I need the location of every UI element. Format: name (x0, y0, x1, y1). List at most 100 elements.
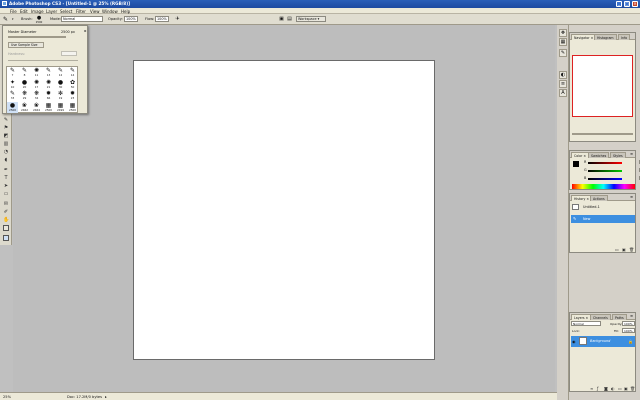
zoom-level[interactable]: 25% (3, 395, 11, 399)
brush-preset[interactable]: ▦ 2500 (43, 102, 54, 113)
hardness-field[interactable] (61, 51, 77, 56)
eyedropper-tool-icon[interactable]: ✐ (3, 209, 9, 215)
color-ramp[interactable] (572, 184, 635, 189)
opacity-field[interactable]: 100% (124, 16, 138, 22)
brush-preset[interactable]: ✎ 12 (55, 67, 66, 78)
adjustment-layer-icon[interactable]: ◐ (611, 387, 615, 391)
layer-visibility-eye-icon[interactable]: ◉ (572, 336, 576, 347)
history-panel-menu-icon[interactable]: ≡ (629, 195, 634, 200)
brushes-palette-icon[interactable]: ▣ (278, 16, 285, 23)
tab-navigator[interactable]: Navigator × (571, 34, 597, 40)
brush-preset[interactable]: ✎ 8 (19, 67, 30, 78)
document-canvas[interactable] (133, 60, 435, 360)
type-tool-icon[interactable]: T (3, 175, 9, 181)
delete-layer-icon[interactable]: 🗑 (630, 387, 635, 391)
red-slider[interactable] (588, 162, 622, 164)
tab-channels[interactable]: Channels (590, 314, 611, 320)
airbrush-icon[interactable]: ✈ (174, 16, 181, 23)
brush-preset[interactable]: ✿ 50 (67, 79, 78, 90)
maximize-button[interactable]: □ (624, 1, 630, 7)
pen-tool-icon[interactable]: ✒ (3, 167, 9, 173)
layer-style-icon[interactable]: ƒ (597, 387, 598, 391)
strip-tool-icon-6[interactable]: A (559, 89, 567, 97)
blur-tool-icon[interactable]: ◔ (3, 149, 9, 155)
tab-swatches[interactable]: Swatches (588, 152, 610, 158)
brush-preset[interactable]: ❋ 34 (31, 90, 42, 101)
brush-preset[interactable]: ❋ 29 (19, 90, 30, 101)
blue-slider[interactable] (588, 178, 622, 180)
color-panel-menu-icon[interactable]: ≡ (629, 152, 634, 157)
brush-preset[interactable]: ❀ 2462 (19, 102, 30, 113)
path-selection-tool-icon[interactable]: ➤ (3, 183, 9, 189)
new-layer-icon[interactable]: ▣ (624, 387, 628, 391)
color-foreground-swatch[interactable] (573, 161, 579, 167)
brush-preset[interactable]: ✹ 66 (43, 90, 54, 101)
eraser-tool-icon[interactable]: ◩ (3, 133, 9, 139)
brush-preset[interactable]: ✎ 13 (43, 67, 54, 78)
flow-field[interactable]: 100% (155, 16, 169, 22)
brush-preset[interactable]: ▦ 2499 (55, 102, 66, 113)
quick-mask-icon[interactable] (3, 225, 9, 231)
history-state-row[interactable]: ✎ New (571, 215, 635, 223)
brush-preset[interactable]: ● 2500 (7, 101, 18, 113)
master-diameter-value[interactable]: 2500 px (61, 30, 75, 34)
brush-preset[interactable]: ✹ 23 (67, 90, 78, 101)
navigator-zoom-slider[interactable] (572, 133, 633, 135)
brush-preset[interactable]: ✎ 33 (7, 90, 18, 101)
brush-preset[interactable]: ● 20 (19, 79, 30, 90)
status-menu-arrow-icon[interactable]: ▸ (105, 395, 107, 399)
strip-tool-icon-5[interactable]: ≡ (559, 80, 567, 88)
green-slider[interactable] (588, 170, 622, 172)
use-sample-size-button[interactable]: Use Sample Size (8, 42, 44, 48)
dodge-tool-icon[interactable]: ◖ (3, 157, 9, 163)
brush-preset[interactable]: ✻ 19 (55, 90, 66, 101)
history-snapshot-row[interactable]: Untitled-1 (571, 203, 635, 211)
notes-tool-icon[interactable]: ✉ (3, 201, 9, 207)
tab-styles[interactable]: Styles (610, 152, 626, 158)
layer-fill-field[interactable]: 100% (622, 328, 635, 333)
tab-layers[interactable]: Layers × (571, 314, 592, 320)
strip-tool-icon-4[interactable]: ◐ (559, 71, 567, 79)
shape-tool-icon[interactable]: ▭ (3, 191, 9, 197)
layer-opacity-field[interactable]: 100% (622, 321, 635, 326)
minimize-button[interactable]: _ (616, 1, 622, 7)
brush-preset[interactable]: ✦ 10 (7, 79, 18, 90)
brush-tool-icon[interactable]: ✎ (3, 16, 11, 23)
blend-mode-select[interactable]: Normal (571, 321, 601, 326)
screen-mode-icon[interactable] (3, 235, 9, 241)
new-snapshot-icon[interactable]: ▣ (622, 248, 626, 252)
tab-color[interactable]: Color × (571, 152, 590, 158)
new-document-from-state-icon[interactable]: ▭ (615, 248, 619, 252)
mode-select[interactable]: Normal (61, 16, 103, 22)
strip-tool-icon-1[interactable]: ❖ (559, 29, 567, 37)
layer-row-background[interactable]: ◉ Background 🔒 (571, 336, 635, 347)
brush-preset[interactable]: ● 30 (55, 79, 66, 90)
master-diameter-slider[interactable] (8, 36, 66, 38)
tab-history[interactable]: History × (571, 195, 593, 201)
brush-tool-icon[interactable]: ✎ (3, 117, 9, 123)
brush-preset[interactable]: ✺ 17 (31, 79, 42, 90)
brush-preset[interactable]: ✎ 14 (67, 67, 78, 78)
gradient-tool-icon[interactable]: ▥ (3, 141, 9, 147)
brush-preset[interactable]: ✺ 11 (31, 67, 42, 78)
layers-panel-menu-icon[interactable]: ≡ (629, 314, 634, 319)
link-layers-icon[interactable]: ∞ (590, 387, 593, 391)
strip-tool-icon-2[interactable]: ▦ (559, 38, 567, 46)
new-group-icon[interactable]: ▭ (618, 387, 622, 391)
close-button[interactable]: × (632, 1, 638, 7)
stamp-tool-icon[interactable]: ⚑ (3, 125, 9, 131)
brush-panel-menu-icon[interactable]: ▸ (83, 28, 88, 33)
tab-actions[interactable]: Actions (590, 195, 608, 201)
navigator-thumbnail[interactable] (572, 55, 633, 117)
tab-histogram[interactable]: Histogram (594, 34, 617, 40)
workspace-button[interactable]: Workspace ▾ (296, 16, 326, 22)
brush-preset[interactable]: ✺ 21 (43, 79, 54, 90)
tab-info[interactable]: Info (618, 34, 631, 40)
brush-preset-picker[interactable]: ● 2500 (34, 15, 44, 24)
brush-preset[interactable]: ✎ 7 (7, 67, 18, 78)
brush-preset[interactable]: ❀ 2464 (31, 102, 42, 113)
tab-paths[interactable]: Paths (612, 314, 627, 320)
brush-preset[interactable]: ▦ 2500 (67, 102, 78, 113)
tool-preset-chevron-icon[interactable]: ▾ (12, 17, 14, 21)
strip-tool-icon-3[interactable]: ✎ (559, 49, 567, 57)
